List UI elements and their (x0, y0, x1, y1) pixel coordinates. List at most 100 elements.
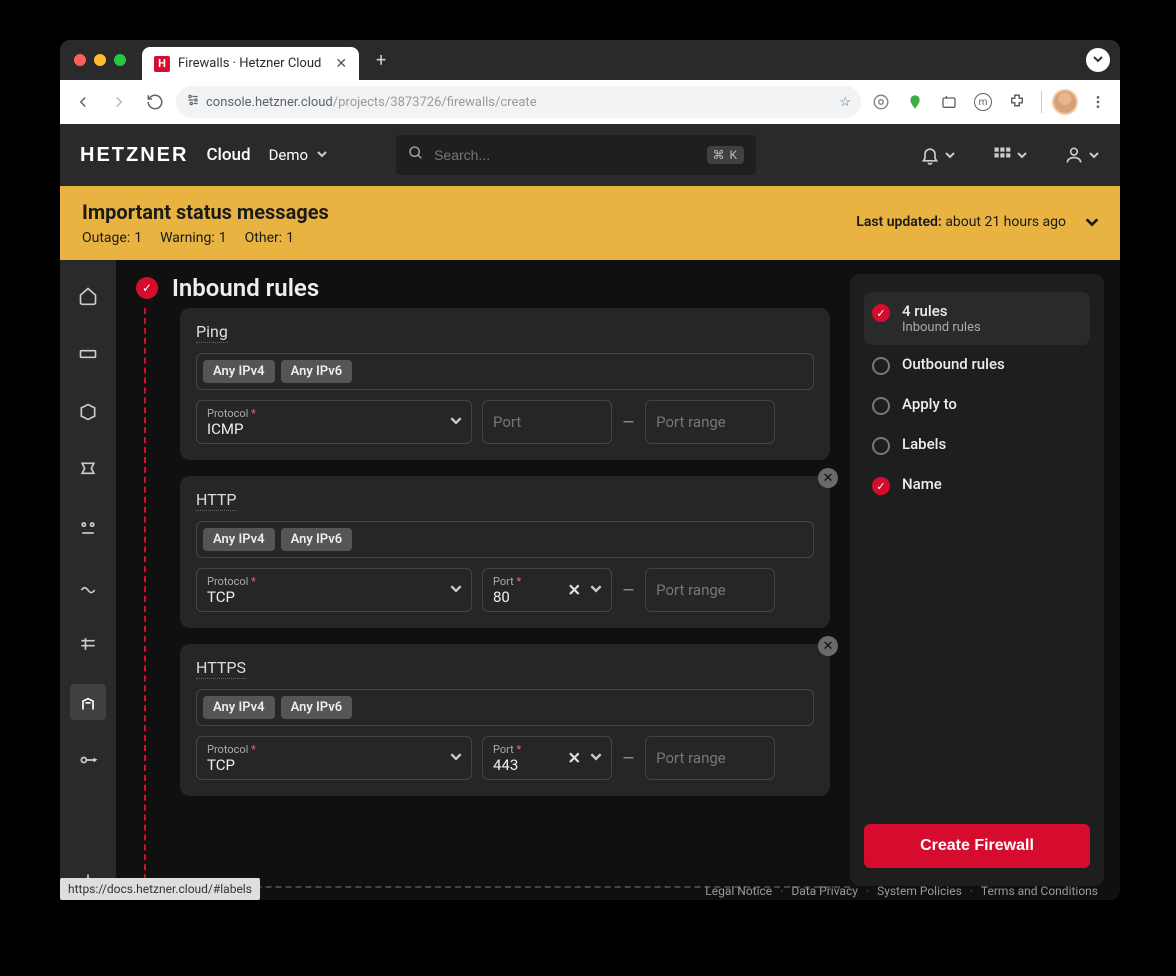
rule-title[interactable]: HTTP (196, 490, 237, 511)
url-bar[interactable]: console.hetzner.cloud/projects/3873726/f… (176, 86, 861, 118)
port-range-field[interactable]: Port range (645, 568, 775, 612)
extensions-menu-icon[interactable] (1003, 88, 1031, 116)
banner-expand-button[interactable] (1084, 214, 1100, 234)
sidebar-item-floating-ips[interactable] (70, 510, 106, 546)
step-item[interactable]: Labels (864, 425, 1090, 465)
extension-icon-1[interactable] (867, 88, 895, 116)
page-title: Inbound rules (172, 274, 319, 302)
step-item[interactable]: 4 rules Inbound rules (864, 292, 1090, 345)
timeline-line (144, 308, 146, 900)
source-chip[interactable]: Any IPv4 (203, 360, 275, 383)
step-item[interactable]: Apply to (864, 385, 1090, 425)
clear-port-icon[interactable]: ✕ (568, 581, 581, 600)
notifications-button[interactable] (920, 145, 956, 165)
reload-button[interactable] (140, 87, 170, 117)
rule-title[interactable]: Ping (196, 322, 228, 343)
sidebar-item-ssh-keys[interactable] (70, 742, 106, 778)
port-range-field[interactable]: Port range (645, 400, 775, 444)
browser-window: H Firewalls · Hetzner Cloud ✕ + console.… (60, 40, 1120, 900)
step-check-icon (872, 304, 890, 322)
browser-menu-icon[interactable] (1084, 88, 1112, 116)
sidebar-item-home[interactable] (70, 278, 106, 314)
protocol-select[interactable]: Protocol * TCP (196, 736, 472, 780)
sidebar-item-volumes[interactable] (70, 394, 106, 430)
port-range-field[interactable]: Port range (645, 736, 775, 780)
footer-links: Legal Notice· Data Privacy· System Polic… (705, 884, 1098, 898)
search-icon (408, 145, 424, 165)
step-item[interactable]: Outbound rules (864, 345, 1090, 385)
rule-sources[interactable]: Any IPv4 Any IPv6 (196, 353, 814, 390)
bookmark-icon[interactable]: ☆ (839, 95, 851, 110)
source-chip[interactable]: Any IPv6 (281, 528, 353, 551)
rules-list: Ping Any IPv4 Any IPv6 Protocol * ICMP P… (180, 308, 830, 796)
minimize-window-button[interactable] (94, 54, 106, 66)
profile-avatar[interactable] (1052, 89, 1078, 115)
protocol-select[interactable]: Protocol * ICMP (196, 400, 472, 444)
footer-link[interactable]: Legal Notice (705, 884, 772, 898)
logo: HETZNER (80, 144, 188, 167)
extension-icon-4[interactable]: m (969, 88, 997, 116)
tab-strip: H Firewalls · Hetzner Cloud ✕ + (60, 40, 1120, 80)
maximize-window-button[interactable] (114, 54, 126, 66)
logo-subtext: Cloud (206, 145, 250, 165)
banner-updated: Last updated: about 21 hours ago (856, 214, 1066, 230)
new-tab-button[interactable]: + (369, 48, 393, 72)
remove-rule-button[interactable]: ✕ (818, 636, 838, 656)
step-title: Name (902, 475, 942, 493)
port-field[interactable]: Port * 443 ✕ (482, 736, 612, 780)
status-banner: Important status messages Outage:1 Warni… (60, 186, 1120, 260)
project-name: Demo (269, 146, 309, 164)
rule-title[interactable]: HTTPS (196, 658, 246, 679)
step-title: Outbound rules (902, 355, 1005, 373)
site-settings-icon[interactable] (186, 93, 200, 111)
tab-title: Firewalls · Hetzner Cloud (178, 56, 321, 71)
apps-grid-button[interactable] (992, 145, 1028, 165)
source-chip[interactable]: Any IPv6 (281, 360, 353, 383)
sidebar-item-servers[interactable] (70, 336, 106, 372)
protocol-select[interactable]: Protocol * TCP (196, 568, 472, 612)
steps-panel: 4 rules Inbound rules Outbound rules App… (850, 274, 1104, 886)
user-menu-button[interactable] (1064, 145, 1100, 165)
app-body: ✓ Inbound rules Ping Any IPv4 Any IPv6 P… (60, 260, 1120, 900)
window-controls (74, 54, 126, 66)
source-chip[interactable]: Any IPv4 (203, 696, 275, 719)
create-firewall-button[interactable]: Create Firewall (864, 824, 1090, 868)
app-header: HETZNER Cloud Demo ⌘ K (60, 124, 1120, 186)
sidebar-item-firewalls[interactable] (70, 684, 106, 720)
remove-rule-button[interactable]: ✕ (818, 468, 838, 488)
rule-sources[interactable]: Any IPv4 Any IPv6 (196, 521, 814, 558)
search-input[interactable] (434, 147, 696, 163)
footer-link[interactable]: System Policies (877, 884, 962, 898)
step-item[interactable]: Name (864, 465, 1090, 505)
back-button[interactable] (68, 87, 98, 117)
rule-sources[interactable]: Any IPv4 Any IPv6 (196, 689, 814, 726)
step-title: Labels (902, 435, 946, 453)
port-field[interactable]: Port (482, 400, 612, 444)
sidebar-item-load-balancers[interactable] (70, 452, 106, 488)
forward-button[interactable] (104, 87, 134, 117)
footer-link[interactable]: Terms and Conditions (981, 884, 1098, 898)
url-text: console.hetzner.cloud/projects/3873726/f… (206, 95, 537, 110)
tab-overflow-button[interactable] (1086, 48, 1110, 72)
source-chip[interactable]: Any IPv4 (203, 528, 275, 551)
port-field[interactable]: Port * 80 ✕ (482, 568, 612, 612)
close-window-button[interactable] (74, 54, 86, 66)
port-range-dash: – (622, 568, 635, 612)
section-check-icon: ✓ (136, 277, 158, 299)
extension-icon-2[interactable] (901, 88, 929, 116)
clear-port-icon[interactable]: ✕ (568, 749, 581, 768)
extension-icon-3[interactable] (935, 88, 963, 116)
project-selector[interactable]: Demo (269, 146, 329, 164)
step-radio-icon (872, 397, 890, 415)
footer-link[interactable]: Data Privacy (791, 884, 858, 898)
step-title: Apply to (902, 395, 957, 413)
sidebar-item-networks[interactable] (70, 568, 106, 604)
rule-card: Ping Any IPv4 Any IPv6 Protocol * ICMP P… (180, 308, 830, 460)
global-search[interactable]: ⌘ K (396, 135, 756, 175)
browser-tab[interactable]: H Firewalls · Hetzner Cloud ✕ (142, 47, 359, 80)
tab-close-icon[interactable]: ✕ (335, 56, 347, 72)
address-bar: console.hetzner.cloud/projects/3873726/f… (60, 80, 1120, 124)
sidebar-item-certificates[interactable] (70, 626, 106, 662)
step-check-icon (872, 477, 890, 495)
source-chip[interactable]: Any IPv6 (281, 696, 353, 719)
